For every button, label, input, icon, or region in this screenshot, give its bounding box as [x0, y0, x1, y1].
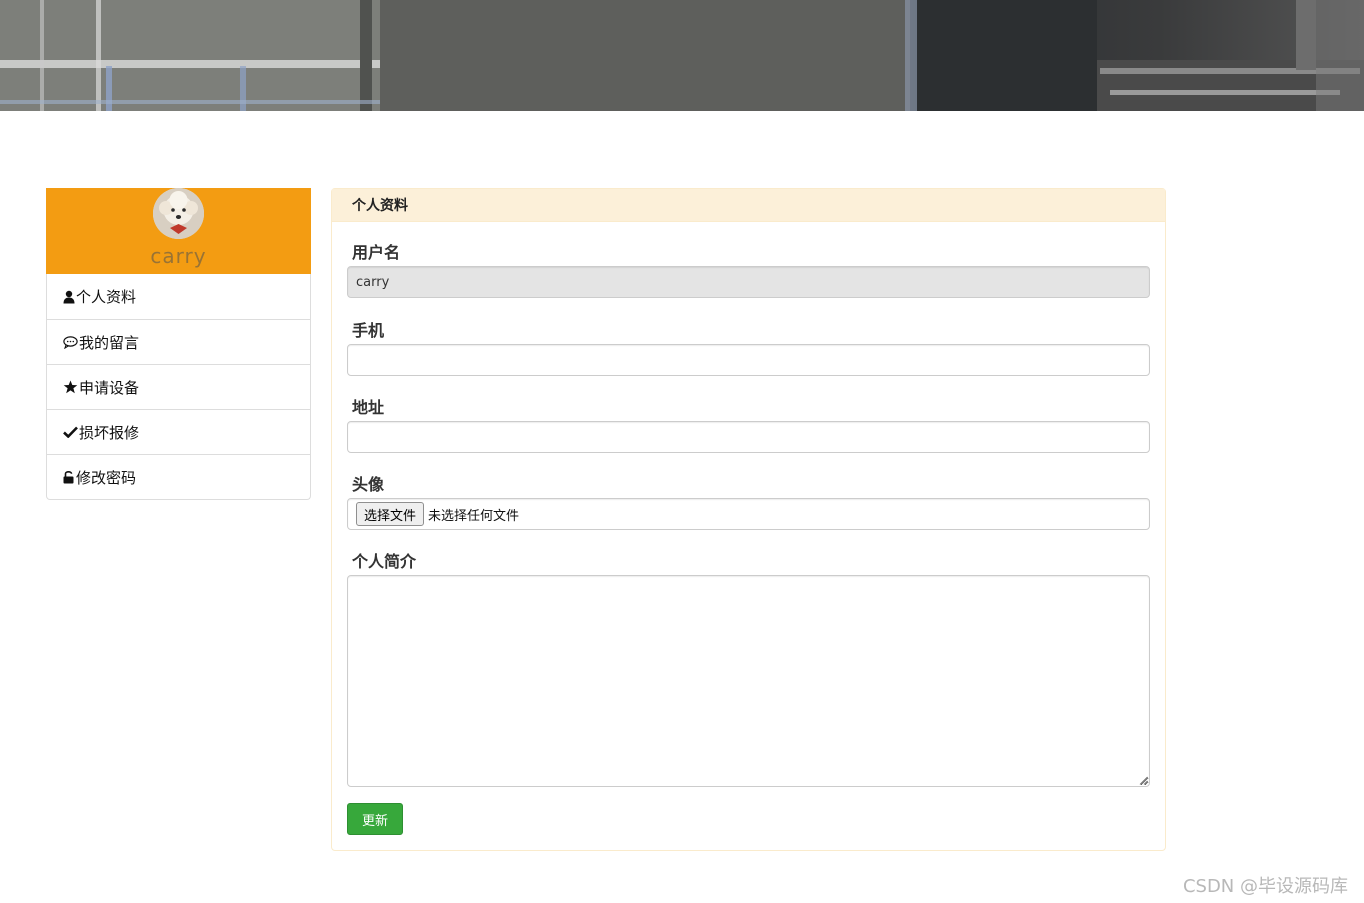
phone-field[interactable] — [347, 344, 1150, 376]
sidebar-item-label: 修改密码 — [76, 468, 137, 487]
sidebar-menu: 个人资料 我的留言 申请设备 损坏报修 修改密码 — [46, 274, 311, 500]
dog-avatar-image — [153, 188, 204, 239]
banner-image — [0, 0, 1364, 111]
update-button[interactable]: 更新 — [347, 803, 403, 835]
sidebar-item-label: 个人资料 — [76, 288, 137, 306]
username-field[interactable] — [347, 266, 1150, 298]
comment-icon — [62, 335, 78, 350]
avatar-file-input[interactable]: 选择文件 未选择任何文件 — [347, 498, 1150, 530]
sidebar-item-apply-device[interactable]: 申请设备 — [47, 364, 310, 409]
sidebar-item-repair[interactable]: 损坏报修 — [47, 409, 310, 454]
avatar — [153, 188, 204, 239]
sidebar-item-label: 损坏报修 — [79, 423, 140, 442]
profile-panel: 个人资料 用户名 手机 地址 头像 选择文件 未选择任何文件 个人简介 更新 — [331, 188, 1166, 851]
panel-title: 个人资料 — [332, 189, 1165, 222]
profile-header: carry — [46, 188, 311, 274]
choose-file-button[interactable]: 选择文件 — [356, 502, 425, 526]
header-banner — [0, 0, 1364, 111]
star-icon — [62, 380, 78, 395]
phone-label: 手机 — [352, 321, 385, 340]
avatar-label: 头像 — [352, 475, 385, 494]
sidebar: carry 个人资料 我的留言 申请设备 损坏报修 修改密码 — [46, 188, 311, 500]
sidebar-item-messages[interactable]: 我的留言 — [47, 319, 310, 364]
address-field[interactable] — [347, 421, 1150, 453]
address-label: 地址 — [352, 398, 385, 417]
profile-username: carry — [150, 244, 207, 268]
file-status-text: 未选择任何文件 — [428, 508, 520, 524]
bio-label: 个人简介 — [352, 552, 417, 571]
sidebar-item-change-password[interactable]: 修改密码 — [47, 454, 310, 499]
sidebar-item-profile[interactable]: 个人资料 — [47, 274, 310, 319]
user-icon — [62, 289, 75, 304]
sidebar-item-label: 申请设备 — [79, 378, 140, 397]
username-label: 用户名 — [352, 243, 401, 262]
resize-handle-icon[interactable] — [1139, 776, 1148, 785]
bio-textarea[interactable] — [347, 575, 1150, 787]
sidebar-item-label: 我的留言 — [79, 333, 140, 352]
bio-wrapper — [347, 575, 1150, 787]
unlock-icon — [62, 470, 75, 485]
check-icon — [62, 425, 78, 440]
watermark: CSDN @毕设源码库 — [1182, 876, 1348, 897]
